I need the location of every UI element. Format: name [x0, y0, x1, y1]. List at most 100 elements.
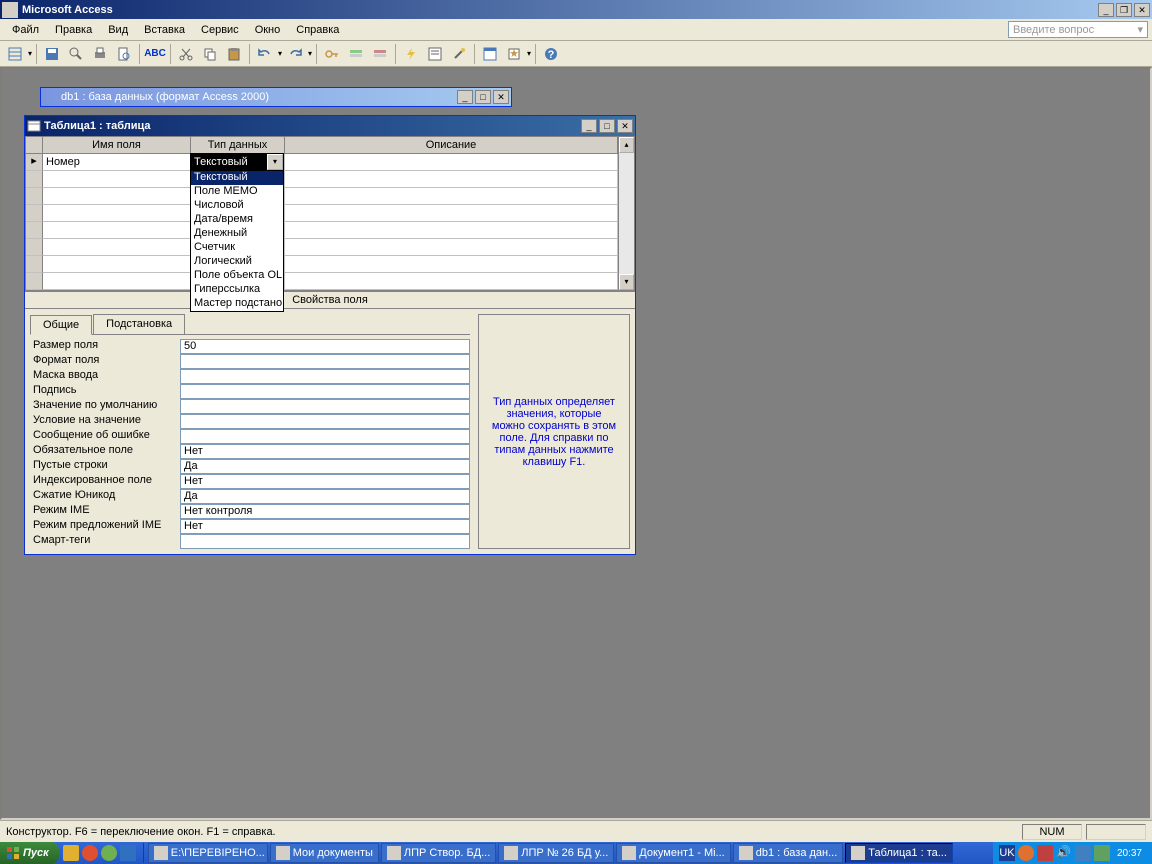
tray-icon[interactable]	[1037, 845, 1053, 861]
undo-button[interactable]	[254, 43, 276, 65]
field-name-cell[interactable]: Номер	[43, 154, 191, 171]
search-button[interactable]	[65, 43, 87, 65]
datatype-option[interactable]: Поле МЕМО	[191, 185, 283, 199]
property-value[interactable]: Нет	[180, 519, 470, 534]
datatype-option[interactable]: Текстовый	[191, 171, 283, 185]
property-value[interactable]	[180, 414, 470, 429]
copy-button[interactable]	[199, 43, 221, 65]
scroll-up-button[interactable]: ▴	[619, 137, 634, 153]
datatype-option[interactable]: Мастер подстано	[191, 297, 283, 311]
tab-general[interactable]: Общие	[30, 315, 92, 335]
minimize-button[interactable]: _	[1098, 3, 1114, 17]
menu-help[interactable]: Справка	[288, 22, 347, 38]
col-header-type[interactable]: Тип данных	[191, 137, 285, 154]
insert-rows-button[interactable]	[345, 43, 367, 65]
grid-scrollbar[interactable]: ▴ ▾	[618, 137, 634, 290]
db-window-titlebar[interactable]: db1 : база данных (формат Access 2000) _…	[40, 87, 512, 107]
ask-question-box[interactable]: Введите вопрос ▾	[1008, 21, 1148, 38]
quicklaunch-icon[interactable]	[63, 845, 79, 861]
view-dropdown[interactable]: ▾	[28, 49, 32, 58]
property-value[interactable]	[180, 384, 470, 399]
print-button[interactable]	[89, 43, 111, 65]
property-value[interactable]: Нет	[180, 444, 470, 459]
start-button[interactable]: Пуск	[0, 842, 59, 864]
menu-view[interactable]: Вид	[100, 22, 136, 38]
table-maximize-button[interactable]: □	[599, 119, 615, 133]
col-header-name[interactable]: Имя поля	[43, 137, 191, 154]
datatype-selected[interactable]: Текстовый ▾	[191, 154, 283, 171]
redo-dropdown[interactable]: ▾	[308, 49, 312, 58]
field-desc-cell[interactable]	[285, 171, 618, 188]
datatype-dropdown[interactable]: Текстовый ▾ Текстовый Поле МЕМО Числовой…	[190, 153, 284, 312]
field-name-cell[interactable]	[43, 205, 191, 222]
field-desc-cell[interactable]	[285, 205, 618, 222]
property-value[interactable]: Да	[180, 459, 470, 474]
help-button[interactable]: ?	[540, 43, 562, 65]
field-name-cell[interactable]	[43, 188, 191, 205]
db-close-button[interactable]: ✕	[493, 90, 509, 104]
property-value[interactable]: 50	[180, 339, 470, 354]
scroll-down-button[interactable]: ▾	[619, 274, 634, 290]
property-value[interactable]	[180, 369, 470, 384]
field-name-cell[interactable]	[43, 222, 191, 239]
field-desc-cell[interactable]	[285, 154, 618, 171]
datatype-option[interactable]: Дата/время	[191, 213, 283, 227]
menu-tools[interactable]: Сервис	[193, 22, 247, 38]
dropdown-arrow-button[interactable]: ▾	[267, 154, 283, 170]
field-desc-cell[interactable]	[285, 273, 618, 290]
delete-rows-button[interactable]	[369, 43, 391, 65]
row-selector[interactable]	[26, 222, 43, 239]
datatype-option[interactable]: Счетчик	[191, 241, 283, 255]
db-window[interactable]: db1 : база данных (формат Access 2000) _…	[40, 87, 512, 107]
tray-icon[interactable]	[1094, 845, 1110, 861]
cut-button[interactable]	[175, 43, 197, 65]
language-indicator[interactable]: UK	[999, 845, 1015, 861]
paste-button[interactable]	[223, 43, 245, 65]
row-selector[interactable]	[26, 188, 43, 205]
row-selector[interactable]: ▸	[26, 154, 43, 171]
datatype-option[interactable]: Поле объекта OLE	[191, 269, 283, 283]
new-object-dropdown[interactable]: ▾	[527, 49, 531, 58]
indexes-button[interactable]	[400, 43, 422, 65]
property-value[interactable]	[180, 399, 470, 414]
field-desc-cell[interactable]	[285, 239, 618, 256]
property-value[interactable]: Да	[180, 489, 470, 504]
clock[interactable]: 20:37	[1113, 848, 1146, 859]
property-value[interactable]: Нет	[180, 474, 470, 489]
row-selector[interactable]	[26, 171, 43, 188]
taskbar-button[interactable]: Мои документы	[270, 843, 379, 863]
properties-button[interactable]	[424, 43, 446, 65]
tab-lookup[interactable]: Подстановка	[93, 314, 185, 334]
field-name-cell[interactable]	[43, 171, 191, 188]
taskbar-button[interactable]: E:\ПЕРЕВІРЕНО...	[148, 843, 268, 863]
field-desc-cell[interactable]	[285, 222, 618, 239]
menu-insert[interactable]: Вставка	[136, 22, 193, 38]
undo-dropdown[interactable]: ▾	[278, 49, 282, 58]
close-button[interactable]: ✕	[1134, 3, 1150, 17]
menu-file[interactable]: Файл	[4, 22, 47, 38]
taskbar-button[interactable]: ЛПР № 26 БД у...	[498, 843, 614, 863]
taskbar-button[interactable]: db1 : база дан...	[733, 843, 844, 863]
key-button[interactable]	[321, 43, 343, 65]
menu-window[interactable]: Окно	[247, 22, 289, 38]
row-selector[interactable]	[26, 256, 43, 273]
property-value[interactable]	[180, 429, 470, 444]
build-button[interactable]	[448, 43, 470, 65]
save-button[interactable]	[41, 43, 63, 65]
tray-icon[interactable]	[1018, 845, 1034, 861]
table-window-titlebar[interactable]: Таблица1 : таблица _ □ ✕	[25, 116, 635, 136]
preview-button[interactable]	[113, 43, 135, 65]
field-desc-cell[interactable]	[285, 188, 618, 205]
new-object-button[interactable]: ★	[503, 43, 525, 65]
row-selector-header[interactable]	[26, 137, 43, 154]
quicklaunch-icon[interactable]	[120, 845, 136, 861]
menu-edit[interactable]: Правка	[47, 22, 100, 38]
tray-icon[interactable]	[1075, 845, 1091, 861]
taskbar-button[interactable]: Документ1 - Mi...	[616, 843, 730, 863]
redo-button[interactable]	[284, 43, 306, 65]
property-value[interactable]	[180, 534, 470, 549]
taskbar-button[interactable]: Таблица1 : та...	[845, 843, 953, 863]
database-window-button[interactable]	[479, 43, 501, 65]
field-name-cell[interactable]	[43, 239, 191, 256]
datatype-option[interactable]: Логический	[191, 255, 283, 269]
